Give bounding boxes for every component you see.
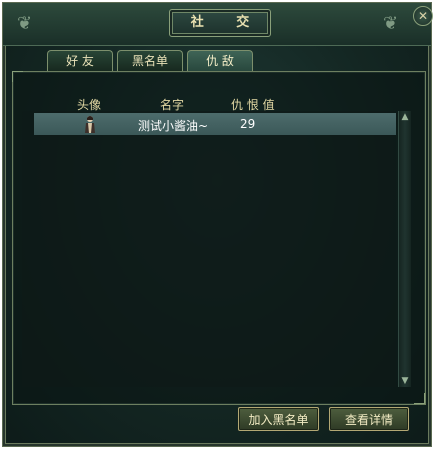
- tab-friends[interactable]: 好 友: [47, 50, 113, 71]
- hatred-value: 29: [240, 117, 256, 131]
- left-cloud-ornament-icon: ❦: [17, 13, 33, 34]
- right-cloud-ornament-icon: ❦: [383, 13, 399, 34]
- window-title: 社 交: [169, 9, 271, 37]
- add-to-blacklist-button[interactable]: 加入黑名单: [238, 407, 319, 431]
- panel-corner-ornament: [12, 71, 23, 82]
- list-scrollbar[interactable]: ▲ ▼: [398, 111, 411, 387]
- title-bar[interactable]: ❦ ❦ 社 交 ✕: [3, 3, 433, 46]
- view-details-button[interactable]: 查看详情: [329, 407, 409, 431]
- character-avatar-icon: [85, 116, 95, 133]
- panel-corner-ornament: [414, 393, 425, 404]
- tab-blacklist[interactable]: 黑名单: [117, 50, 183, 71]
- enemy-name: 测试小酱油~: [138, 119, 209, 133]
- scroll-down-icon[interactable]: ▼: [399, 376, 411, 386]
- enemy-list: [22, 111, 396, 387]
- tab-enemies[interactable]: 仇 敌: [187, 50, 253, 72]
- scroll-up-icon[interactable]: ▲: [399, 112, 411, 122]
- close-icon[interactable]: ✕: [413, 6, 433, 26]
